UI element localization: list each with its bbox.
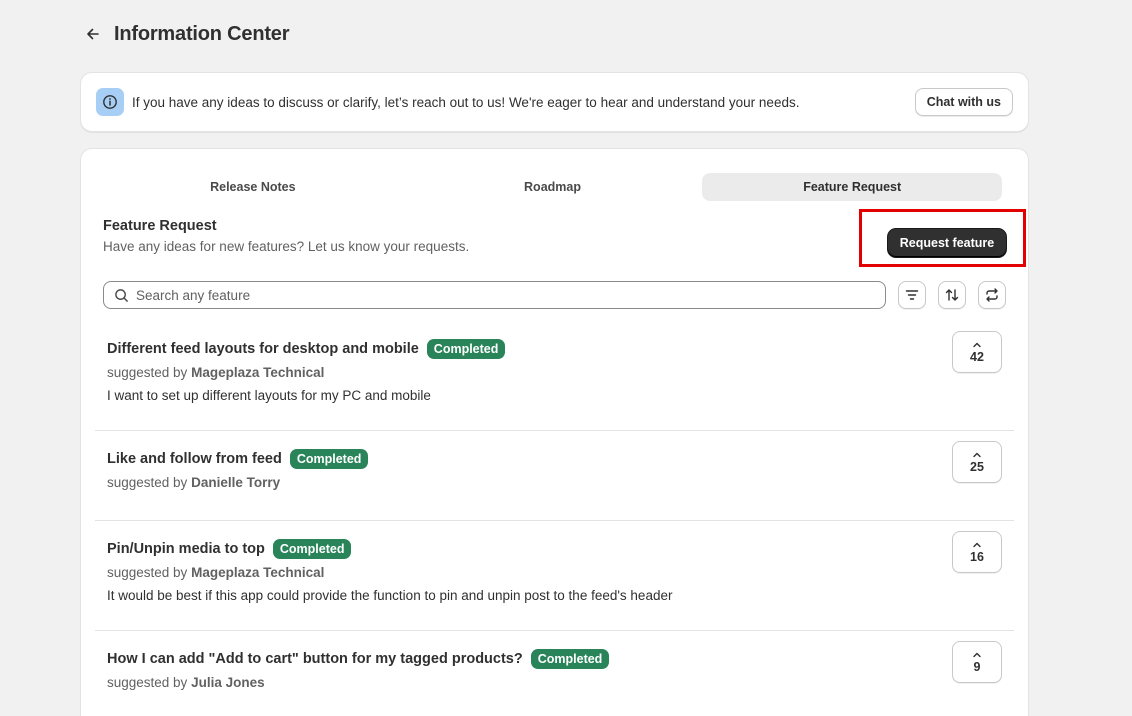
- status-badge: Completed: [426, 339, 506, 359]
- search-input[interactable]: [136, 287, 875, 303]
- chat-with-us-button[interactable]: Chat with us: [914, 88, 1013, 116]
- chevron-up-icon: [973, 542, 981, 547]
- suggested-prefix: suggested by: [107, 475, 188, 490]
- filter-icon: [905, 290, 919, 300]
- suggested-by: suggested by Mageplaza Technical: [107, 565, 1002, 580]
- suggested-by: suggested by Julia Jones: [107, 675, 1002, 690]
- filter-button[interactable]: [898, 281, 926, 309]
- status-badge: Completed: [289, 449, 369, 469]
- feature-description: I want to set up different layouts for m…: [107, 388, 431, 403]
- chevron-up-icon: [973, 342, 981, 347]
- author-name: Danielle Torry: [191, 475, 281, 490]
- author-name: Mageplaza Technical: [191, 365, 325, 380]
- upvote-button[interactable]: 16: [952, 531, 1002, 573]
- search-icon: [115, 288, 128, 302]
- vote-count: 16: [970, 549, 984, 564]
- chevron-up-icon: [973, 652, 981, 657]
- author-name: Julia Jones: [191, 675, 265, 690]
- vote-count: 9: [973, 659, 981, 674]
- vote-count: 25: [970, 459, 984, 474]
- information-center-page: Information Center If you have any ideas…: [0, 0, 1132, 716]
- info-icon: [96, 88, 124, 116]
- sort-button[interactable]: [938, 281, 966, 309]
- info-tabs: Release Notes Roadmap Feature Request: [103, 173, 1003, 201]
- feature-item[interactable]: Like and follow from feed Completed sugg…: [95, 431, 1014, 521]
- search-toolbar: [103, 281, 1008, 309]
- upvote-button[interactable]: 25: [952, 441, 1002, 483]
- feature-description: It would be best if this app could provi…: [107, 588, 673, 603]
- upvote-button[interactable]: 42: [952, 331, 1002, 373]
- back-arrow-icon: [87, 28, 99, 40]
- refresh-icon: [986, 288, 998, 302]
- feature-item[interactable]: Pin/Unpin media to top Completed suggest…: [95, 521, 1014, 631]
- chevron-up-icon: [973, 452, 981, 457]
- feature-request-card: Release Notes Roadmap Feature Request Fe…: [80, 148, 1029, 716]
- search-field: [103, 281, 886, 309]
- sort-icon: [945, 289, 959, 301]
- author-name: Mageplaza Technical: [191, 565, 325, 580]
- feature-title[interactable]: Like and follow from feed: [107, 451, 282, 467]
- feature-title[interactable]: Different feed layouts for desktop and m…: [107, 341, 419, 357]
- tab-release-notes[interactable]: Release Notes: [103, 173, 403, 201]
- request-feature-button[interactable]: Request feature: [888, 229, 1006, 257]
- suggested-by: suggested by Danielle Torry: [107, 475, 1002, 490]
- contact-banner: If you have any ideas to discuss or clar…: [80, 72, 1029, 132]
- feature-list: Different feed layouts for desktop and m…: [95, 321, 1014, 716]
- tab-feature-request[interactable]: Feature Request: [702, 173, 1003, 201]
- page-title: Information Center: [114, 22, 290, 45]
- page-header: Information Center: [82, 20, 289, 48]
- suggested-prefix: suggested by: [107, 565, 188, 580]
- suggested-prefix: suggested by: [107, 365, 188, 380]
- status-badge: Completed: [272, 539, 352, 559]
- refresh-button[interactable]: [978, 281, 1006, 309]
- suggested-prefix: suggested by: [107, 675, 188, 690]
- feature-title[interactable]: How I can add "Add to cart" button for m…: [107, 651, 523, 667]
- banner-message: If you have any ideas to discuss or clar…: [132, 94, 800, 110]
- feature-item[interactable]: Different feed layouts for desktop and m…: [95, 321, 1014, 431]
- status-badge: Completed: [530, 649, 610, 669]
- upvote-button[interactable]: 9: [952, 641, 1002, 683]
- feature-item[interactable]: How I can add "Add to cart" button for m…: [95, 631, 1014, 716]
- feature-title[interactable]: Pin/Unpin media to top: [107, 541, 265, 557]
- tab-roadmap[interactable]: Roadmap: [403, 173, 703, 201]
- vote-count: 42: [970, 349, 984, 364]
- suggested-by: suggested by Mageplaza Technical: [107, 365, 1002, 380]
- back-button[interactable]: [82, 23, 104, 45]
